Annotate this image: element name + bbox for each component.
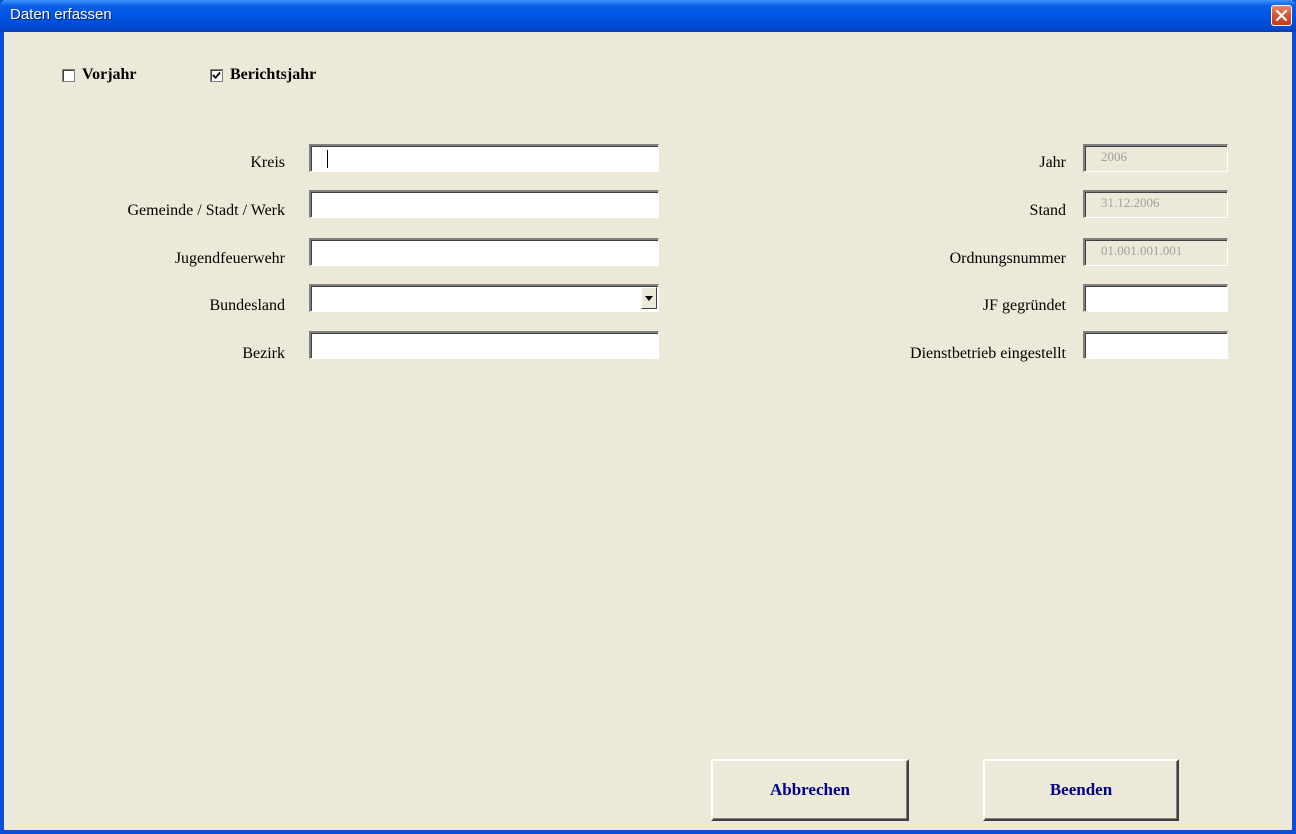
gemeinde-input[interactable]: [309, 190, 659, 218]
title-bar[interactable]: Daten erfassen: [0, 0, 1296, 32]
bundesland-label: Bundesland: [209, 297, 285, 314]
checkmark-icon: [212, 71, 221, 79]
window-title: Daten erfassen: [10, 6, 112, 23]
bezirk-label: Bezirk: [242, 345, 285, 362]
bundesland-dropdown-button[interactable]: [641, 287, 657, 309]
checkbox-vorjahr[interactable]: Vorjahr: [62, 66, 137, 84]
vorjahr-label: Vorjahr: [82, 66, 137, 83]
dialog-window: Daten erfassen Vorjahr Berichtsjahr Krei…: [0, 0, 1296, 834]
jugendfeuerwehr-input[interactable]: [309, 238, 659, 266]
bundesland-select[interactable]: [309, 284, 659, 312]
bezirk-input[interactable]: [309, 331, 659, 359]
ordnungsnummer-value: 01.001.001.001: [1101, 243, 1183, 258]
abbrechen-button[interactable]: Abbrechen: [711, 759, 909, 821]
stand-label: Stand: [1029, 202, 1066, 219]
jahr-value: 2006: [1101, 149, 1127, 164]
kreis-label: Kreis: [250, 154, 285, 171]
berichtsjahr-checkbox-box[interactable]: [210, 68, 223, 82]
ordnungsnummer-field: 01.001.001.001: [1083, 238, 1228, 266]
jf-gegruendet-label: JF gegründet: [982, 297, 1066, 314]
kreis-input[interactable]: [309, 144, 659, 172]
vorjahr-checkbox-box[interactable]: [62, 68, 75, 82]
jugendfeuerwehr-label: Jugendfeuerwehr: [174, 250, 285, 267]
beenden-button[interactable]: Beenden: [983, 759, 1179, 821]
close-button[interactable]: [1271, 5, 1292, 26]
stand-field: 31.12.2006: [1083, 190, 1228, 218]
gemeinde-label: Gemeinde / Stadt / Werk: [127, 202, 286, 219]
checkbox-berichtsjahr[interactable]: Berichtsjahr: [210, 66, 316, 84]
jf-gegruendet-input[interactable]: [1083, 284, 1228, 312]
jahr-label: Jahr: [1039, 154, 1066, 171]
berichtsjahr-label: Berichtsjahr: [230, 66, 317, 83]
dienstbetrieb-input[interactable]: [1083, 331, 1228, 359]
close-icon: [1275, 9, 1288, 22]
ordnungsnummer-label: Ordnungsnummer: [949, 250, 1066, 267]
dienstbetrieb-label: Dienstbetrieb eingestellt: [910, 345, 1066, 362]
stand-value: 31.12.2006: [1101, 195, 1160, 210]
jahr-field: 2006: [1083, 144, 1228, 172]
chevron-down-icon: [645, 296, 653, 301]
text-cursor: [327, 150, 328, 168]
